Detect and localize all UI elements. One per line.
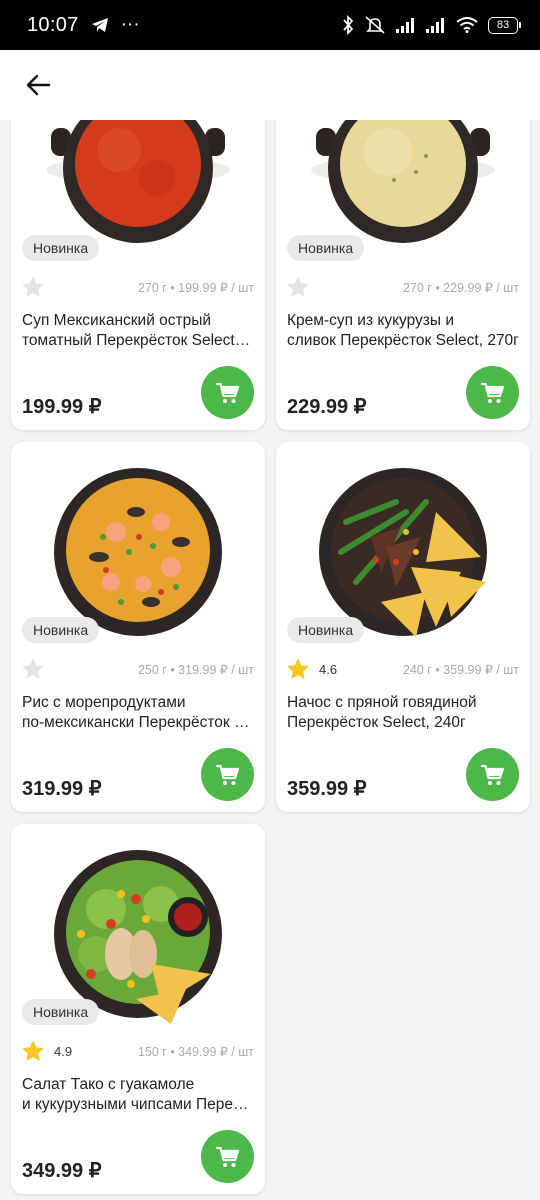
new-badge: Новинка — [22, 617, 100, 643]
rating-row: 270 г • 199.99 ₽ / шт — [22, 275, 254, 299]
product-name[interactable]: Суп Мексиканский острый томатный Перекрё… — [22, 311, 254, 351]
rating-value: 4.6 — [319, 661, 338, 677]
cart-icon — [215, 764, 239, 785]
product-card[interactable]: Новинка 4.6 240 г • 359.99 ₽ / шт Начос … — [276, 442, 530, 812]
product-price: 229.99 ₽ — [287, 396, 367, 418]
product-price: 199.99 ₽ — [22, 396, 102, 418]
new-badge: Новинка — [22, 235, 100, 261]
product-card[interactable]: Новинка 250 г • 319.99 ₽ / шт Рис с море… — [11, 442, 265, 812]
product-name-line2: Перекрёсток Select, 240г — [287, 714, 466, 731]
add-to-cart-button[interactable] — [201, 1130, 254, 1183]
product-name[interactable]: Рис с морепродуктами по-мексикански Пере… — [22, 693, 254, 733]
weight-and-unit-price: 270 г • 229.99 ₽ / шт — [402, 280, 519, 295]
rating-row: 270 г • 229.99 ₽ / шт — [287, 275, 519, 299]
signal-1-icon — [396, 18, 414, 33]
rating-row: 250 г • 319.99 ₽ / шт — [22, 657, 254, 681]
weight-and-unit-price: 240 г • 359.99 ₽ / шт — [402, 662, 519, 677]
product-price: 359.99 ₽ — [287, 778, 367, 800]
weight-and-unit-price: 270 г • 199.99 ₽ / шт — [137, 280, 254, 295]
back-button[interactable] — [22, 69, 54, 101]
product-card[interactable]: Новинка 270 г • 229.99 ₽ / шт Крем-суп и… — [276, 120, 530, 430]
new-badge: Новинка — [22, 999, 100, 1025]
rating-value: 4.9 — [54, 1043, 73, 1059]
star-icon — [287, 277, 309, 297]
new-badge: Новинка — [287, 235, 365, 261]
add-to-cart-button[interactable] — [466, 366, 519, 419]
new-badge: Новинка — [287, 617, 365, 643]
product-price: 319.99 ₽ — [22, 778, 102, 800]
star-icon — [287, 659, 309, 679]
product-card[interactable]: Новинка 270 г • 199.99 ₽ / шт Суп Мексик… — [11, 120, 265, 430]
status-bar: 10:07 ··· 83 — [0, 0, 540, 50]
star-icon — [22, 277, 44, 297]
product-name-line2: и кукурузными чипсами Перекрёсток — [22, 1096, 254, 1113]
product-name[interactable]: Крем-суп из кукурузы и сливок Перекрёсто… — [287, 311, 519, 351]
cart-icon — [480, 764, 504, 785]
product-name-line2: по-мексикански Перекрёсток Select — [22, 714, 254, 731]
add-to-cart-button[interactable] — [466, 748, 519, 801]
product-name-line1: Начос с пряной говядиной — [287, 694, 477, 711]
weight-and-unit-price: 250 г • 319.99 ₽ / шт — [137, 662, 254, 677]
product-name-line1: Суп Мексиканский острый — [22, 312, 212, 329]
rating-row: 4.6 240 г • 359.99 ₽ / шт — [287, 657, 519, 681]
cart-icon — [215, 382, 239, 403]
product-grid: Новинка 270 г • 199.99 ₽ / шт Суп Мексик… — [0, 120, 540, 1200]
telegram-icon — [91, 18, 108, 32]
silent-mode-icon — [365, 16, 385, 34]
product-price: 349.99 ₽ — [22, 1160, 102, 1182]
product-name[interactable]: Салат Тако с гуакамоле и кукурузными чип… — [22, 1075, 254, 1115]
status-time: 10:07 — [27, 13, 79, 36]
bluetooth-icon — [343, 15, 354, 35]
battery-indicator: 83 — [488, 16, 521, 34]
signal-2-icon — [426, 18, 444, 33]
product-name[interactable]: Начос с пряной говядиной Перекрёсток Sel… — [287, 693, 519, 733]
more-notifications-icon: ··· — [120, 14, 140, 35]
wifi-icon — [456, 17, 478, 33]
arrow-left-icon — [26, 74, 51, 96]
cart-icon — [480, 382, 504, 403]
cart-icon — [215, 1146, 239, 1167]
product-name-line2: томатный Перекрёсток Select, 270г — [22, 332, 254, 349]
rating-row: 4.9 150 г • 349.99 ₽ / шт — [22, 1039, 254, 1063]
product-name-line2: сливок Перекрёсток Select, 270г — [287, 332, 519, 349]
weight-and-unit-price: 150 г • 349.99 ₽ / шт — [137, 1044, 254, 1059]
product-name-line1: Рис с морепродуктами — [22, 694, 186, 711]
product-card[interactable]: Новинка 4.9 150 г • 349.99 ₽ / шт Салат … — [11, 824, 265, 1194]
product-name-line1: Салат Тако с гуакамоле — [22, 1076, 195, 1093]
product-name-line1: Крем-суп из кукурузы и — [287, 312, 455, 329]
star-icon — [22, 659, 44, 679]
app-bar — [0, 50, 540, 120]
add-to-cart-button[interactable] — [201, 366, 254, 419]
add-to-cart-button[interactable] — [201, 748, 254, 801]
star-icon — [22, 1041, 44, 1061]
